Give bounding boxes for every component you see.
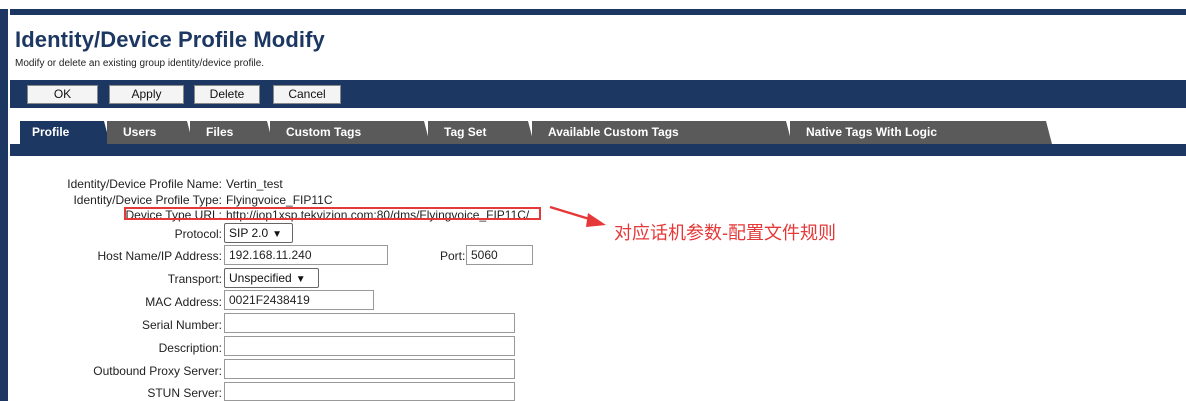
serial-label: Serial Number: xyxy=(141,318,222,332)
mac-input[interactable] xyxy=(224,290,374,310)
profile-type-value: Flyingvoice_FIP11C xyxy=(226,193,333,207)
stun-label: STUN Server: xyxy=(147,386,222,400)
protocol-label: Protocol: xyxy=(174,227,222,241)
protocol-select-value: SIP 2.0 xyxy=(229,226,269,240)
tab-tag-set[interactable]: Tag Set xyxy=(428,121,534,144)
port-input[interactable] xyxy=(466,245,533,265)
annotation-text: 对应话机参数-配置文件规则 xyxy=(614,223,836,243)
highlight-box xyxy=(124,207,541,220)
tab-files[interactable]: Files xyxy=(190,121,273,144)
transport-label: Transport: xyxy=(167,272,222,286)
page-title: Identity/Device Profile Modify xyxy=(15,27,325,52)
profile-name-label: Identity/Device Profile Name: xyxy=(67,177,222,191)
page-subtitle: Modify or delete an existing group ident… xyxy=(15,58,265,69)
tab-profile[interactable]: Profile xyxy=(20,121,110,144)
tab-native-tags-with-logic[interactable]: Native Tags With Logic xyxy=(790,121,1052,144)
action-toolbar: OK Apply Delete Cancel xyxy=(10,80,1186,108)
chevron-down-icon: ▼ xyxy=(295,274,306,285)
left-border-bar xyxy=(0,9,8,401)
profile-name-value: Vertin_test xyxy=(226,177,283,191)
header-stripe xyxy=(10,9,1186,15)
tab-content-bar xyxy=(10,144,1186,156)
chevron-down-icon: ▼ xyxy=(272,229,283,240)
outbound-proxy-input[interactable] xyxy=(224,359,515,379)
annotation-arrow-icon xyxy=(549,205,606,227)
mac-label: MAC Address: xyxy=(145,295,222,309)
app-window: Identity/Device Profile Modify Modify or… xyxy=(0,0,1186,401)
port-label: Port: xyxy=(440,249,466,263)
stun-input[interactable] xyxy=(224,382,515,401)
protocol-select[interactable]: SIP 2.0 ▼ xyxy=(224,223,293,243)
description-label: Description: xyxy=(158,341,222,355)
tab-available-custom-tags[interactable]: Available Custom Tags xyxy=(532,121,792,144)
host-label: Host Name/IP Address: xyxy=(97,249,223,263)
transport-select[interactable]: Unspecified ▼ xyxy=(224,268,319,288)
outbound-proxy-label: Outbound Proxy Server: xyxy=(93,364,222,378)
host-input[interactable] xyxy=(224,245,388,265)
tab-custom-tags[interactable]: Custom Tags xyxy=(270,121,430,144)
transport-select-value: Unspecified xyxy=(229,271,292,285)
tab-users[interactable]: Users xyxy=(107,121,193,144)
cancel-button[interactable]: Cancel xyxy=(273,85,341,104)
profile-type-label: Identity/Device Profile Type: xyxy=(73,193,222,207)
description-input[interactable] xyxy=(224,336,515,356)
ok-button[interactable]: OK xyxy=(27,85,98,104)
serial-input[interactable] xyxy=(224,313,515,333)
delete-button[interactable]: Delete xyxy=(194,85,260,104)
apply-button[interactable]: Apply xyxy=(109,85,184,104)
